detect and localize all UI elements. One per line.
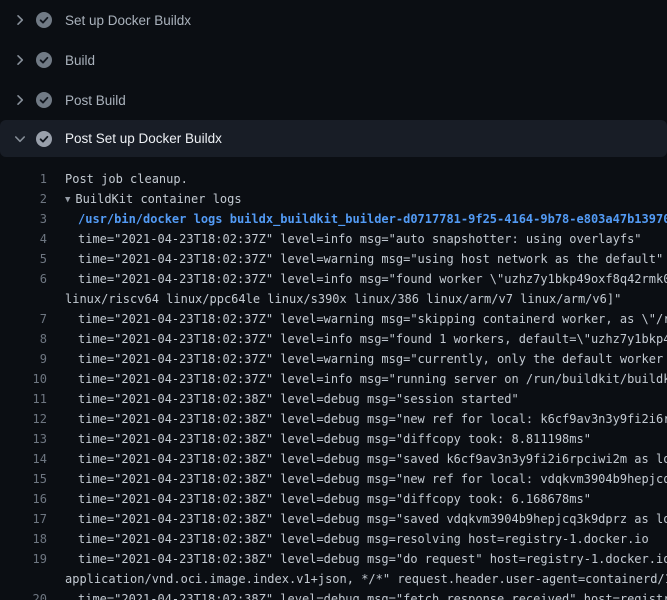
log-text: time="2021-04-23T18:02:38Z" level=debug … xyxy=(78,549,667,569)
line-number[interactable]: 5 xyxy=(0,249,47,269)
line-number[interactable]: 3 xyxy=(0,209,47,229)
step-build[interactable]: Build xyxy=(0,40,667,80)
log-line: linux/riscv64 linux/ppc64le linux/s390x … xyxy=(0,289,667,309)
log-text: time="2021-04-23T18:02:38Z" level=debug … xyxy=(78,449,667,469)
log-text: time="2021-04-23T18:02:37Z" level=info m… xyxy=(78,229,642,249)
log-line: application/vnd.oci.image.index.v1+json,… xyxy=(0,569,667,589)
line-number[interactable]: 9 xyxy=(0,349,47,369)
log-text: time="2021-04-23T18:02:38Z" level=debug … xyxy=(78,389,519,409)
log-text: linux/riscv64 linux/ppc64le linux/s390x … xyxy=(65,289,621,309)
log-text: time="2021-04-23T18:02:38Z" level=debug … xyxy=(78,469,667,489)
log-line: 10 time="2021-04-23T18:02:37Z" level=inf… xyxy=(0,369,667,389)
log-line: 3 /usr/bin/docker logs buildx_buildkit_b… xyxy=(0,209,667,229)
check-circle-icon xyxy=(36,131,52,147)
log-line: 18 time="2021-04-23T18:02:38Z" level=deb… xyxy=(0,529,667,549)
step-label: Build xyxy=(65,53,95,68)
group-title: BuildKit container logs xyxy=(75,192,241,206)
line-number[interactable]: 7 xyxy=(0,309,47,329)
line-number[interactable]: 1 xyxy=(0,169,47,189)
log-line: 5 time="2021-04-23T18:02:37Z" level=warn… xyxy=(0,249,667,269)
log-text: ▼ BuildKit container logs xyxy=(65,189,242,209)
log-line: 11 time="2021-04-23T18:02:38Z" level=deb… xyxy=(0,389,667,409)
check-circle-icon xyxy=(36,12,52,28)
log-line: 6 time="2021-04-23T18:02:37Z" level=info… xyxy=(0,269,667,289)
log-line: 14 time="2021-04-23T18:02:38Z" level=deb… xyxy=(0,449,667,469)
line-number[interactable]: 2 xyxy=(0,189,47,209)
log-text: time="2021-04-23T18:02:38Z" level=debug … xyxy=(78,509,667,529)
log-line: 2 ▼ BuildKit container logs xyxy=(0,189,667,209)
log-text: time="2021-04-23T18:02:37Z" level=warnin… xyxy=(78,309,667,329)
log-text: time="2021-04-23T18:02:37Z" level=info m… xyxy=(78,329,667,349)
log-line: 7 time="2021-04-23T18:02:37Z" level=warn… xyxy=(0,309,667,329)
log-text: Post job cleanup. xyxy=(65,169,188,189)
line-number[interactable]: 4 xyxy=(0,229,47,249)
log-text: time="2021-04-23T18:02:38Z" level=debug … xyxy=(78,489,591,509)
line-number[interactable]: 8 xyxy=(0,329,47,349)
chevron-down-icon xyxy=(12,131,28,147)
log-line: 8 time="2021-04-23T18:02:37Z" level=info… xyxy=(0,329,667,349)
log-line: 1 Post job cleanup. xyxy=(0,169,667,189)
log-line: 20 time="2021-04-23T18:02:38Z" level=deb… xyxy=(0,589,667,600)
line-number[interactable]: 11 xyxy=(0,389,47,409)
line-number[interactable]: 12 xyxy=(0,409,47,429)
line-number[interactable]: 15 xyxy=(0,469,47,489)
line-number[interactable]: 17 xyxy=(0,509,47,529)
chevron-right-icon xyxy=(12,12,28,28)
log-text: time="2021-04-23T18:02:38Z" level=debug … xyxy=(78,589,667,600)
log-text: time="2021-04-23T18:02:37Z" level=info m… xyxy=(78,269,667,289)
log-text: time="2021-04-23T18:02:38Z" level=debug … xyxy=(78,529,649,549)
step-label: Post Build xyxy=(65,93,126,108)
line-number[interactable]: 14 xyxy=(0,449,47,469)
log-line: 15 time="2021-04-23T18:02:38Z" level=deb… xyxy=(0,469,667,489)
line-number[interactable]: 19 xyxy=(0,549,47,569)
line-number[interactable] xyxy=(0,569,47,589)
workflow-log-viewer: Set up Docker Buildx Build xyxy=(0,0,667,600)
step-post-set-up-docker-buildx[interactable]: Post Set up Docker Buildx xyxy=(0,120,667,157)
log-line: 19 time="2021-04-23T18:02:38Z" level=deb… xyxy=(0,549,667,569)
line-number[interactable]: 20 xyxy=(0,589,47,600)
line-number[interactable]: 6 xyxy=(0,269,47,289)
group-collapse-triangle-icon[interactable]: ▼ xyxy=(65,190,70,209)
chevron-right-icon xyxy=(12,92,28,108)
log-text: application/vnd.oci.image.index.v1+json,… xyxy=(65,569,667,589)
log-text: time="2021-04-23T18:02:37Z" level=warnin… xyxy=(78,349,667,369)
check-circle-icon xyxy=(36,92,52,108)
log-text: time="2021-04-23T18:02:37Z" level=warnin… xyxy=(78,249,663,269)
line-number[interactable] xyxy=(0,289,47,309)
log-text: time="2021-04-23T18:02:38Z" level=debug … xyxy=(78,409,667,429)
line-number[interactable]: 13 xyxy=(0,429,47,449)
log-view: 1 Post job cleanup. 2 ▼ BuildKit containe… xyxy=(0,157,667,600)
step-set-up-docker-buildx[interactable]: Set up Docker Buildx xyxy=(0,0,667,40)
log-line: 9 time="2021-04-23T18:02:37Z" level=warn… xyxy=(0,349,667,369)
log-line: 16 time="2021-04-23T18:02:38Z" level=deb… xyxy=(0,489,667,509)
line-number[interactable]: 16 xyxy=(0,489,47,509)
line-number[interactable]: 10 xyxy=(0,369,47,389)
step-label: Set up Docker Buildx xyxy=(65,13,191,28)
line-number[interactable]: 18 xyxy=(0,529,47,549)
step-post-build[interactable]: Post Build xyxy=(0,80,667,120)
log-line: 12 time="2021-04-23T18:02:38Z" level=deb… xyxy=(0,409,667,429)
log-line: 13 time="2021-04-23T18:02:38Z" level=deb… xyxy=(0,429,667,449)
log-line: 17 time="2021-04-23T18:02:38Z" level=deb… xyxy=(0,509,667,529)
log-text: /usr/bin/docker logs buildx_buildkit_bui… xyxy=(78,209,667,229)
chevron-right-icon xyxy=(12,52,28,68)
log-text: time="2021-04-23T18:02:37Z" level=info m… xyxy=(78,369,667,389)
check-circle-icon xyxy=(36,52,52,68)
log-text: time="2021-04-23T18:02:38Z" level=debug … xyxy=(78,429,591,449)
log-line: 4 time="2021-04-23T18:02:37Z" level=info… xyxy=(0,229,667,249)
steps-list: Set up Docker Buildx Build xyxy=(0,0,667,157)
step-label: Post Set up Docker Buildx xyxy=(65,131,222,146)
